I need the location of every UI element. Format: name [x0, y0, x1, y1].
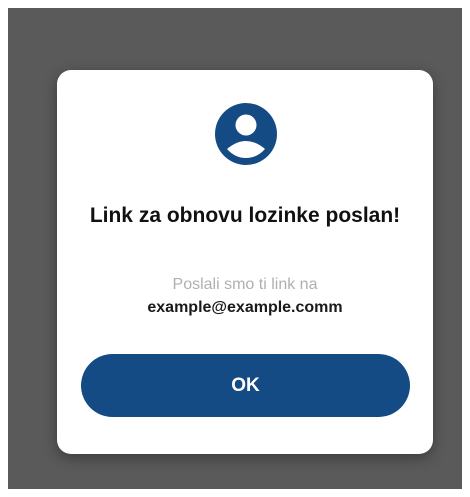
ok-button[interactable]: OK — [81, 354, 410, 417]
user-avatar-icon — [215, 103, 277, 165]
dialog-title: Link za obnovu lozinke poslan! — [89, 204, 401, 227]
dialog-message: Poslali smo ti link na example@example.c… — [77, 273, 413, 319]
password-reset-dialog: Link za obnovu lozinke poslan! Poslali s… — [57, 70, 433, 454]
email-address: example@example.comm — [147, 299, 343, 316]
message-text: Poslali smo ti link na — [172, 276, 318, 293]
